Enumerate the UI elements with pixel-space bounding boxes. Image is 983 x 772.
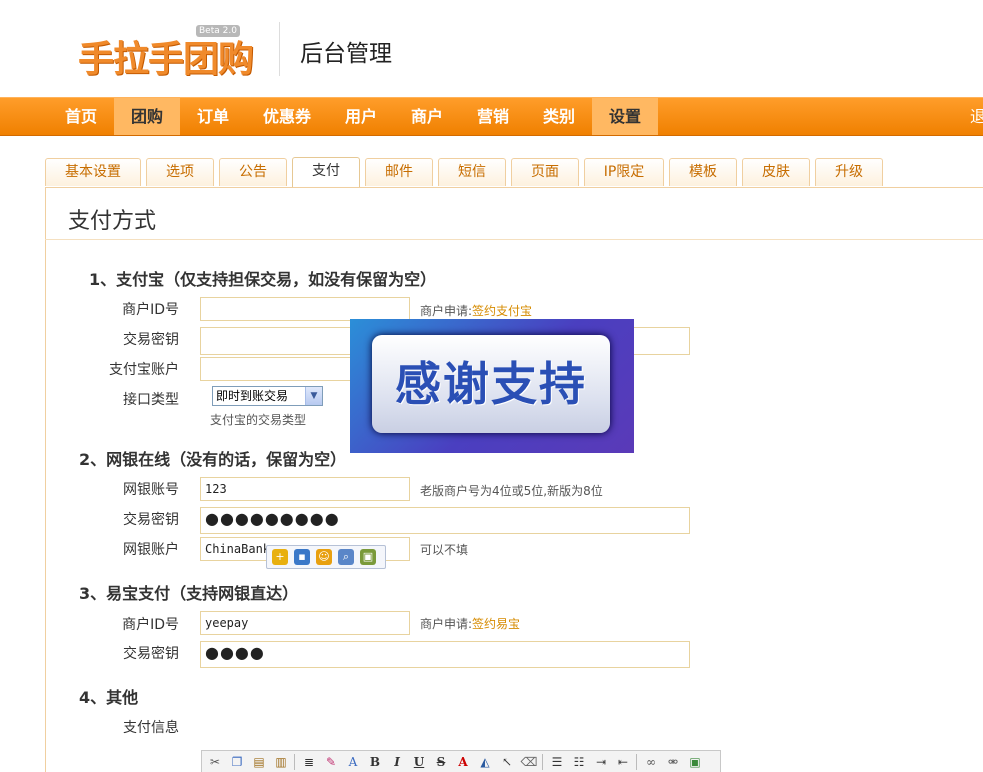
spellcheck-icon[interactable]: ✎: [322, 753, 340, 771]
tab-basic[interactable]: 基本设置: [45, 158, 141, 186]
font-size-icon[interactable]: A: [344, 753, 362, 771]
payinfo-label: 支付信息: [123, 720, 179, 736]
save-icon[interactable]: ▪: [294, 549, 310, 565]
alipay-apply-hint: 商户申请:签约支付宝: [420, 302, 532, 319]
chinabank-secret-label: 交易密钥: [123, 512, 179, 528]
alipay-merchant-id-input[interactable]: [200, 297, 410, 321]
link-icon[interactable]: ∞: [642, 753, 660, 771]
header-divider: [279, 22, 280, 76]
page-title: 支付方式: [68, 209, 157, 234]
yeepay-apply-link[interactable]: 签约易宝: [472, 617, 520, 631]
alipay-account-label: 支付宝账户: [109, 362, 179, 378]
alipay-interface-value: 即时到账交易: [216, 389, 289, 403]
tab-pages[interactable]: 页面: [511, 158, 579, 186]
underline-icon[interactable]: U: [410, 753, 428, 771]
chinabank-account-no-label: 网银账号: [123, 482, 179, 498]
alipay-interface-select[interactable]: 即时到账交易 ▼: [212, 386, 323, 406]
panel-border: [45, 187, 46, 772]
title-divider: [45, 239, 983, 240]
tab-ip-limit[interactable]: IP限定: [584, 158, 664, 186]
settings-tabs: 基本设置 选项 公告 支付 邮件 短信 页面 IP限定 模板 皮肤 升级: [45, 157, 983, 188]
toolbar-separator: [636, 754, 637, 770]
chinabank-secret-input[interactable]: ●●●●●●●●●: [200, 507, 690, 534]
nav-item-merchants[interactable]: 商户: [394, 98, 460, 135]
yeepay-apply-prefix: 商户申请:: [420, 617, 473, 631]
site-logo[interactable]: 手拉手团购: [78, 30, 254, 82]
chinabank-account-no-input[interactable]: 123: [200, 477, 410, 501]
strikethrough-icon[interactable]: S: [432, 753, 450, 771]
tab-templates[interactable]: 模板: [669, 158, 737, 186]
outdent-icon[interactable]: ⇤: [614, 753, 632, 771]
cut-icon[interactable]: ✂: [206, 753, 224, 771]
tab-notice[interactable]: 公告: [219, 158, 287, 186]
chinabank-account-no-hint: 老版商户号为4位或5位,新版为8位: [420, 484, 603, 498]
toolbar-separator: [294, 754, 295, 770]
pointer-icon[interactable]: ↖: [498, 753, 516, 771]
logo-text: 手拉手团购: [78, 39, 254, 80]
copy-icon[interactable]: ❐: [228, 753, 246, 771]
thanks-button[interactable]: 感谢支持: [372, 335, 610, 433]
insert-image-icon[interactable]: ▣: [686, 753, 704, 771]
align-left-icon[interactable]: ☰: [548, 753, 566, 771]
alipay-interface-hint: 支付宝的交易类型: [210, 413, 307, 427]
beta-badge: Beta 2.0: [196, 25, 240, 37]
yeepay-secret-label: 交易密钥: [123, 646, 179, 662]
indent-icon[interactable]: ⇥: [592, 753, 610, 771]
yeepay-section-title: 3、易宝支付（支持网银直达）: [79, 584, 299, 603]
chinabank-user-label: 网银账户: [123, 542, 179, 558]
alipay-secret-label: 交易密钥: [123, 332, 179, 348]
floating-mini-toolbar: + ▪ ☺ ⌕ ▣: [266, 545, 386, 569]
yeepay-secret-input[interactable]: ●●●●: [200, 641, 690, 668]
list-icon[interactable]: ☷: [570, 753, 588, 771]
main-nav: 首页 团购 订单 优惠券 用户 商户 营销 类别 设置 退: [0, 97, 983, 136]
tab-upgrade[interactable]: 升级: [815, 158, 883, 186]
tab-skins[interactable]: 皮肤: [742, 158, 810, 186]
bold-icon[interactable]: B: [366, 753, 384, 771]
text-color-icon[interactable]: A: [454, 753, 472, 771]
format-icon[interactable]: ≣: [300, 753, 318, 771]
alipay-apply-prefix: 商户申请:: [420, 304, 473, 318]
paste-text-icon[interactable]: ▥: [272, 753, 290, 771]
alipay-merchant-id-label: 商户ID号: [122, 302, 179, 318]
other-section-title: 4、其他: [79, 688, 139, 707]
unlink-icon[interactable]: ⚮: [664, 753, 682, 771]
thanks-overlay[interactable]: 感谢支持: [350, 319, 634, 453]
nav-item-settings[interactable]: 设置: [592, 98, 658, 135]
alipay-section-title: 1、支付宝（仅支持担保交易，如没有保留为空）: [89, 270, 437, 289]
nav-item-exit[interactable]: 退: [970, 98, 983, 135]
nav-item-orders[interactable]: 订单: [180, 98, 246, 135]
paste-icon[interactable]: ▤: [250, 753, 268, 771]
search-icon[interactable]: ⌕: [338, 549, 354, 565]
tab-payment[interactable]: 支付: [292, 157, 360, 187]
alipay-interface-label: 接口类型: [123, 392, 179, 408]
chevron-down-icon[interactable]: ▼: [305, 387, 322, 405]
nav-item-coupons[interactable]: 优惠券: [246, 98, 328, 135]
yeepay-merchant-id-input[interactable]: yeepay: [200, 611, 410, 635]
rich-editor-toolbar: ✂ ❐ ▤ ▥ ≣ ✎ A B I U S A ◭ ↖ ⌫ ☰ ☷ ⇥ ⇤ ∞ …: [201, 750, 721, 772]
eraser-icon[interactable]: ⌫: [520, 753, 538, 771]
thanks-text: 感谢支持: [395, 357, 587, 411]
highlight-icon[interactable]: ◭: [476, 753, 494, 771]
yeepay-merchant-id-label: 商户ID号: [122, 617, 179, 633]
image-icon[interactable]: ▣: [360, 549, 376, 565]
add-icon[interactable]: +: [272, 549, 288, 565]
nav-item-categories[interactable]: 类别: [526, 98, 592, 135]
admin-title: 后台管理: [300, 41, 392, 67]
nav-item-users[interactable]: 用户: [328, 98, 394, 135]
nav-item-marketing[interactable]: 营销: [460, 98, 526, 135]
yeepay-apply-hint: 商户申请:签约易宝: [420, 615, 520, 632]
chinabank-section-title: 2、网银在线（没有的话，保留为空）: [79, 450, 347, 469]
nav-item-groupbuy[interactable]: 团购: [114, 98, 180, 135]
smile-icon[interactable]: ☺: [316, 549, 332, 565]
chinabank-user-hint: 可以不填: [420, 543, 469, 557]
tab-baseline: [45, 187, 983, 188]
nav-item-home[interactable]: 首页: [48, 98, 114, 135]
tab-mail[interactable]: 邮件: [365, 158, 433, 186]
tab-options[interactable]: 选项: [146, 158, 214, 186]
italic-icon[interactable]: I: [388, 753, 406, 771]
header: 手拉手团购 Beta 2.0 后台管理: [0, 0, 983, 97]
toolbar-separator: [542, 754, 543, 770]
tab-sms[interactable]: 短信: [438, 158, 506, 186]
alipay-apply-link[interactable]: 签约支付宝: [472, 304, 532, 318]
